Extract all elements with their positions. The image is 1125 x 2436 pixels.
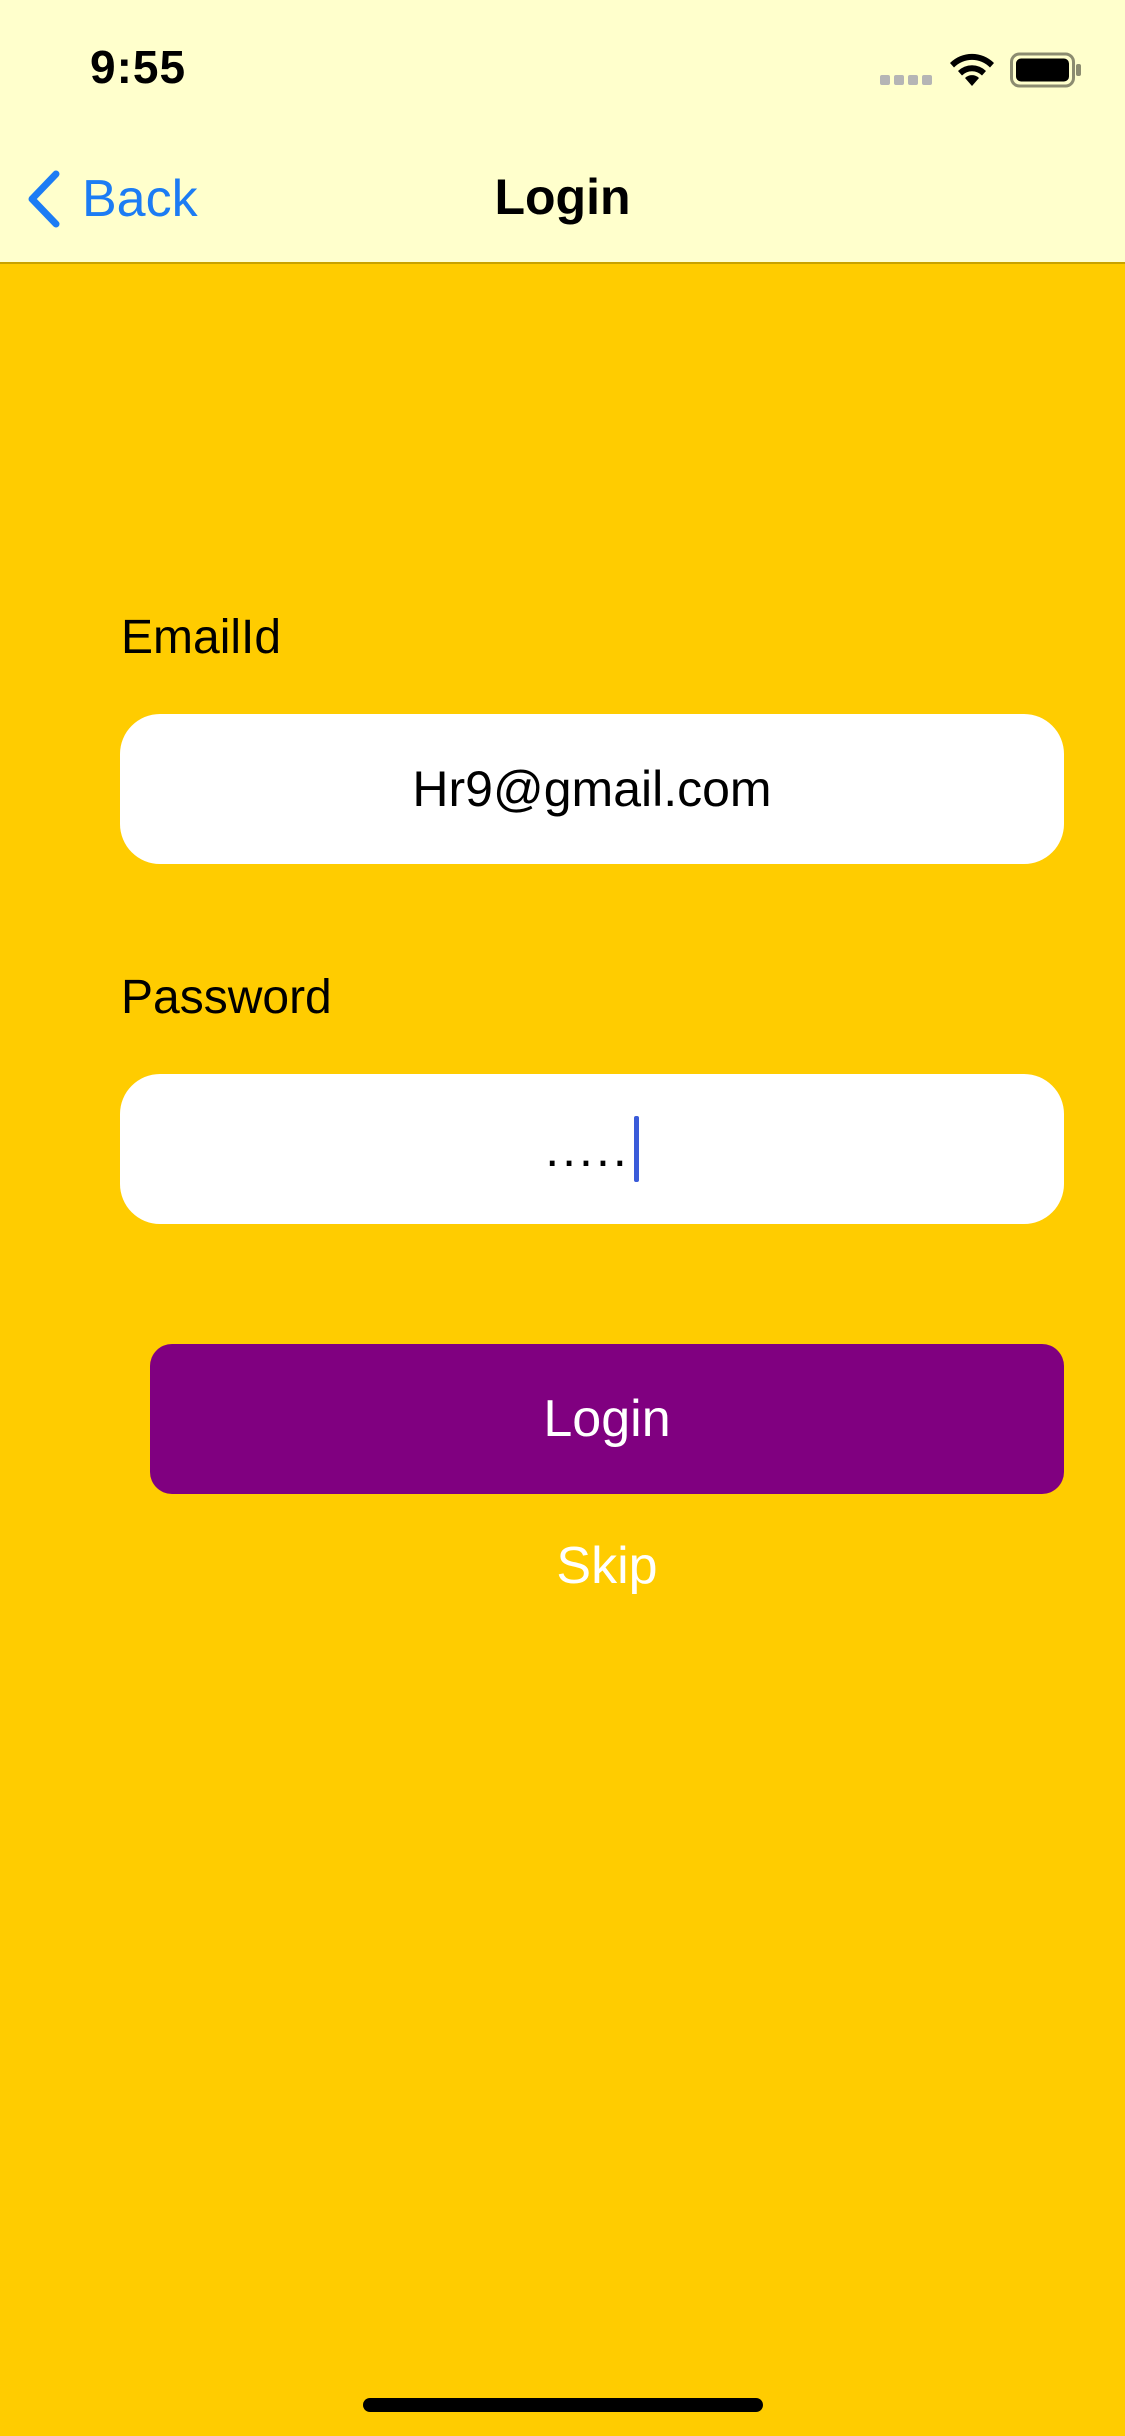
skip-button[interactable]: Skip	[150, 1536, 1064, 1596]
home-indicator[interactable]	[363, 2398, 763, 2412]
page-title: Login	[494, 169, 631, 225]
email-field[interactable]: Hr9@gmail.com	[120, 714, 1064, 864]
text-cursor	[633, 1116, 639, 1182]
login-button[interactable]: Login	[150, 1344, 1064, 1494]
email-label: EmailId	[121, 611, 282, 664]
top-bar: 9:55 Back Login	[0, 0, 1125, 264]
email-field-value: Hr9@gmail.com	[412, 761, 772, 817]
login-button-label: Login	[543, 1390, 671, 1448]
password-field-value: .....	[545, 1121, 630, 1177]
wifi-icon	[950, 53, 994, 86]
cellular-signal-icon	[880, 72, 936, 86]
login-screen: 9:55 Back Login EmailId Hr9@gmail.com Pa…	[0, 0, 1125, 2436]
battery-icon	[1010, 52, 1081, 88]
password-label: Password	[121, 971, 332, 1024]
status-time: 9:55	[90, 41, 187, 93]
password-field[interactable]: .....	[120, 1074, 1064, 1224]
